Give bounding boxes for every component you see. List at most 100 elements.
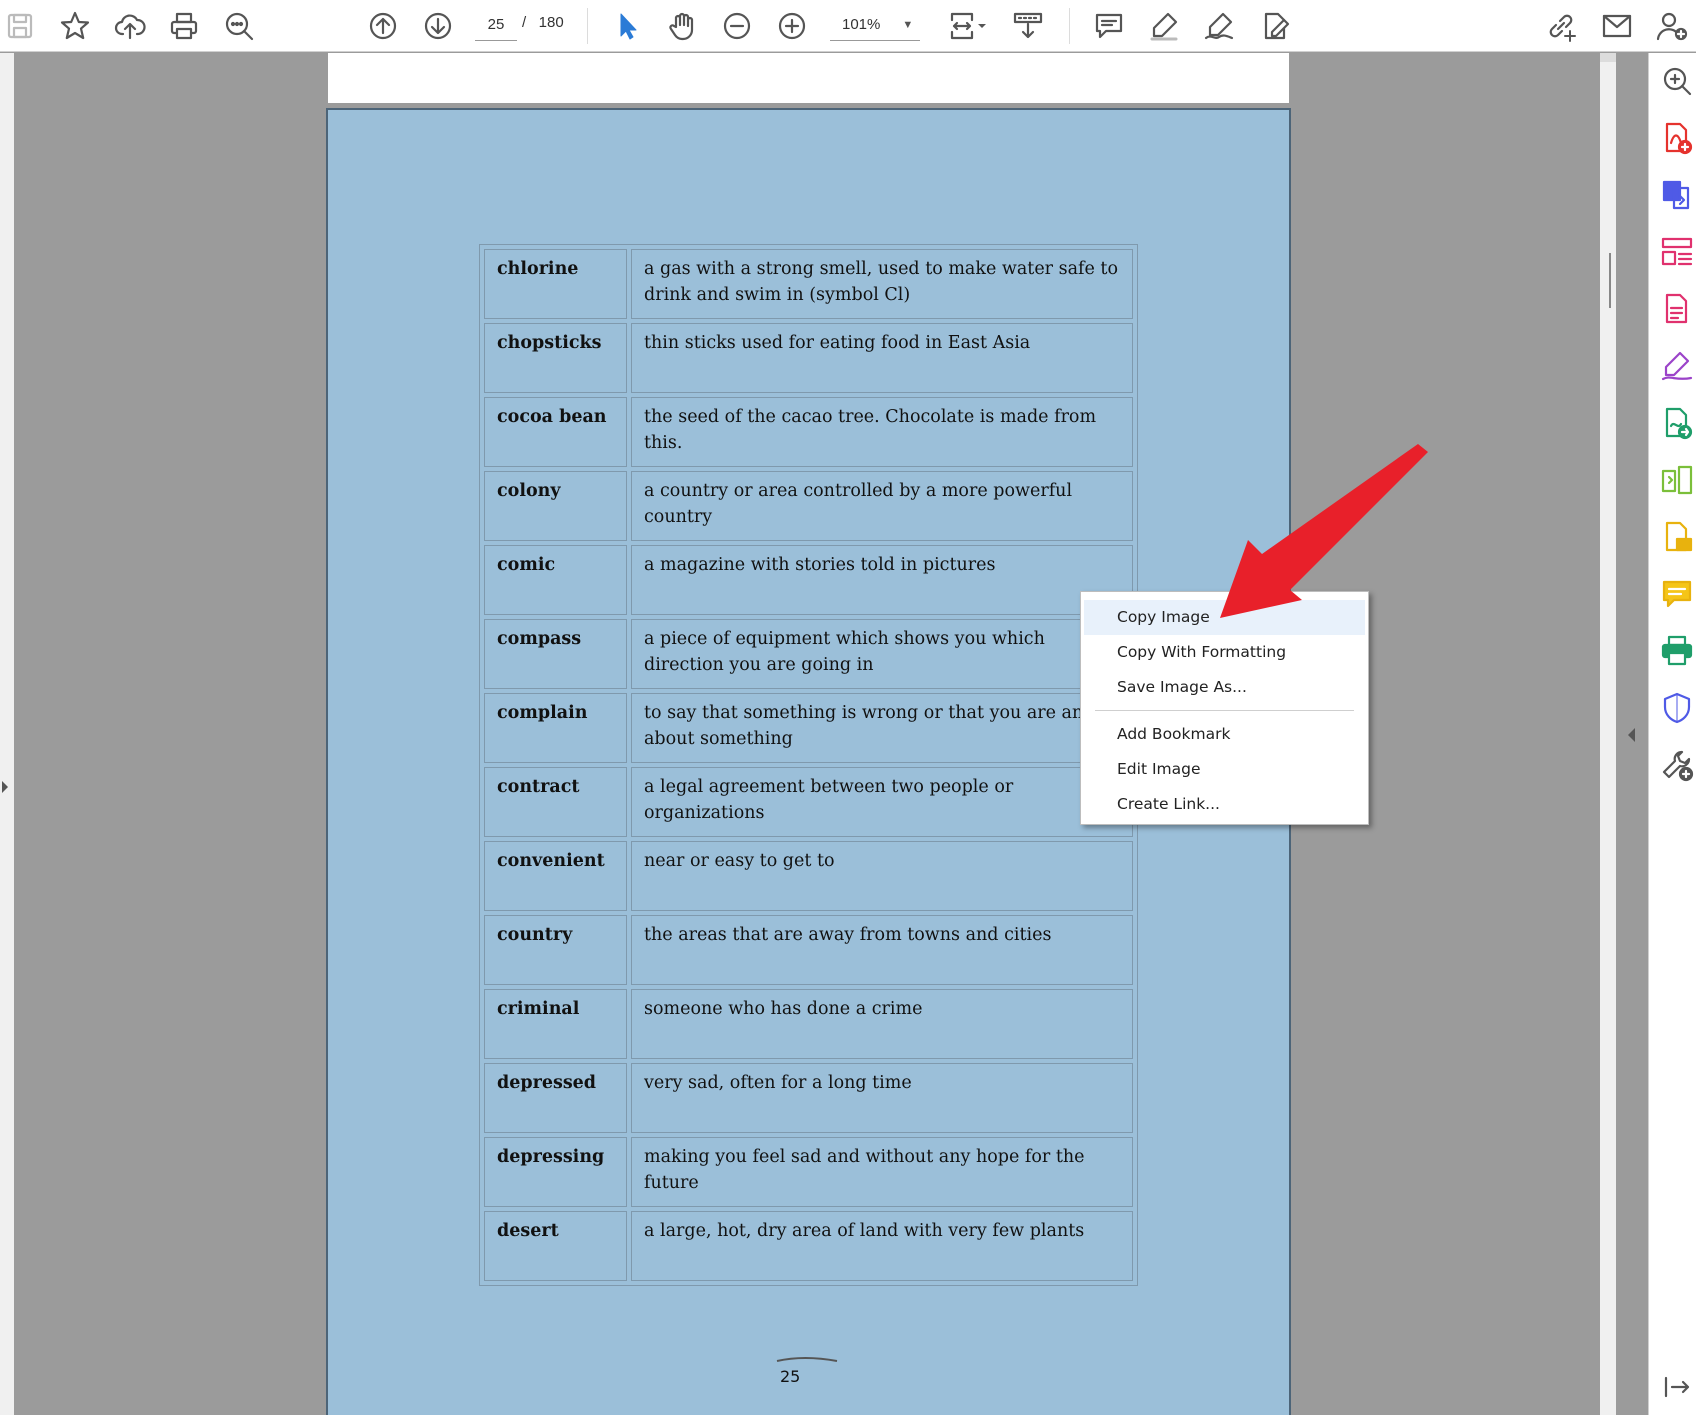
compare-files-icon[interactable]	[1660, 463, 1694, 497]
table-row: depressed very sad, often for a long time	[484, 1063, 1133, 1133]
cloud-upload-icon[interactable]	[110, 6, 150, 46]
glossary-term: colony	[484, 471, 627, 541]
draw-pen-icon[interactable]	[1199, 6, 1239, 46]
glossary-table[interactable]: chlorine a gas with a strong smell, used …	[479, 244, 1138, 1286]
glossary-definition: to say that something is wrong or that y…	[631, 693, 1133, 763]
table-row: depressing making you feel sad and withou…	[484, 1137, 1133, 1207]
menu-item-add-bookmark[interactable]: Add Bookmark	[1084, 717, 1365, 752]
bookmark-star-icon[interactable]	[55, 6, 95, 46]
annotation-arrow	[1220, 444, 1428, 618]
comment-icon[interactable]	[1089, 6, 1129, 46]
scrollbar-thumb[interactable]	[1609, 253, 1611, 308]
create-pdf-icon[interactable]	[1660, 121, 1694, 155]
page-up-icon[interactable]	[363, 6, 403, 46]
zoom-in-icon[interactable]	[772, 6, 812, 46]
page-down-icon[interactable]	[418, 6, 458, 46]
menu-divider	[1095, 710, 1354, 711]
toolbar-divider	[587, 8, 588, 44]
save-icon[interactable]	[0, 6, 40, 46]
edit-pdf-icon[interactable]	[1660, 292, 1694, 326]
table-row: desert a large, hot, dry area of land wit…	[484, 1211, 1133, 1281]
glossary-term: complain	[484, 693, 627, 763]
vertical-scrollbar[interactable]	[1600, 53, 1616, 1415]
menu-item-save-image-as[interactable]: Save Image As...	[1084, 670, 1365, 705]
glossary-definition: the areas that are away from towns and c…	[631, 915, 1133, 985]
page-total: / 180	[522, 14, 564, 31]
page-number-input[interactable]	[475, 9, 517, 41]
glossary-term: convenient	[484, 841, 627, 911]
toolbar-divider	[1069, 8, 1070, 44]
previous-page	[328, 53, 1289, 103]
hand-tool-icon[interactable]	[662, 6, 702, 46]
table-row: chopsticks thin sticks used for eating fo…	[484, 323, 1133, 393]
page-number-flourish	[776, 1357, 838, 1362]
chevron-right-icon	[2, 781, 8, 793]
organize-pages-icon[interactable]	[1660, 235, 1694, 269]
table-row: compass a piece of equipment which shows …	[484, 619, 1133, 689]
zoom-level-dropdown[interactable]: 101% ▼	[830, 9, 920, 41]
highlighter-icon[interactable]	[1144, 6, 1184, 46]
glossary-definition: a magazine with stories told in pictures	[631, 545, 1133, 615]
glossary-definition: someone who has done a crime	[631, 989, 1133, 1059]
glossary-term: criminal	[484, 989, 627, 1059]
glossary-term: chopsticks	[484, 323, 627, 393]
glossary-definition: the seed of the cacao tree. Chocolate is…	[631, 397, 1133, 467]
glossary-definition: a gas with a strong smell, used to make …	[631, 249, 1133, 319]
print-icon[interactable]	[164, 6, 204, 46]
menu-item-edit-image[interactable]: Edit Image	[1084, 752, 1365, 787]
glossary-term: compass	[484, 619, 627, 689]
collapse-pane-icon[interactable]	[1628, 728, 1635, 742]
page-fit-icon[interactable]	[940, 6, 996, 46]
fill-and-sign-icon[interactable]	[1660, 349, 1694, 383]
glossary-definition: making you feel sad and without any hope…	[631, 1137, 1133, 1207]
glossary-definition: a country or area controlled by a more p…	[631, 471, 1133, 541]
table-row: convenient near or easy to get to	[484, 841, 1133, 911]
table-row: chlorine a gas with a strong smell, used …	[484, 249, 1133, 319]
glossary-term: depressing	[484, 1137, 627, 1207]
table-row: colony a country or area controlled by a …	[484, 471, 1133, 541]
glossary-definition: thin sticks used for eating food in East…	[631, 323, 1133, 393]
glossary-term: cocoa bean	[484, 397, 627, 467]
page-number: 25	[780, 1367, 801, 1386]
protect-shield-icon[interactable]	[1660, 691, 1694, 725]
enhance-scan-icon[interactable]	[1660, 64, 1694, 98]
add-user-icon[interactable]	[1652, 6, 1692, 46]
zoom-out-icon[interactable]	[717, 6, 757, 46]
menu-item-copy-with-formatting[interactable]: Copy With Formatting	[1084, 635, 1365, 670]
table-row: cocoa bean the seed of the cacao tree. Ch…	[484, 397, 1133, 467]
glossary-term: depressed	[484, 1063, 627, 1133]
expand-pane-icon[interactable]	[1660, 1370, 1694, 1404]
glossary-term: chlorine	[484, 249, 627, 319]
top-toolbar: / 180 101% ▼	[0, 0, 1696, 52]
glossary-definition: very sad, often for a long time	[631, 1063, 1133, 1133]
table-row: comic a magazine with stories told in pic…	[484, 545, 1133, 615]
glossary-term: country	[484, 915, 627, 985]
share-review-icon[interactable]	[1660, 520, 1694, 554]
glossary-definition: a large, hot, dry area of land with very…	[631, 1211, 1133, 1281]
glossary-term: contract	[484, 767, 627, 837]
table-row: contract a legal agreement between two pe…	[484, 767, 1133, 837]
chevron-down-icon: ▼	[902, 18, 914, 31]
find-zoom-icon[interactable]	[219, 6, 259, 46]
glossary-term: desert	[484, 1211, 627, 1281]
share-link-icon[interactable]	[1541, 6, 1581, 46]
glossary-definition: a legal agreement between two people or …	[631, 767, 1133, 837]
scroll-mode-icon[interactable]	[1008, 6, 1048, 46]
left-panel-toggle[interactable]	[0, 53, 14, 1415]
send-for-signature-icon[interactable]	[1660, 406, 1694, 440]
fill-sign-icon[interactable]	[1254, 6, 1294, 46]
scrollbar-top	[1600, 53, 1616, 62]
print-production-icon[interactable]	[1660, 634, 1694, 668]
menu-item-create-link[interactable]: Create Link...	[1084, 787, 1365, 822]
more-tools-icon[interactable]	[1660, 748, 1694, 782]
comment-tool-icon[interactable]	[1660, 577, 1694, 611]
export-pdf-icon[interactable]	[1660, 178, 1694, 212]
table-row: country the areas that are away from town…	[484, 915, 1133, 985]
glossary-definition: near or easy to get to	[631, 841, 1133, 911]
select-cursor-icon[interactable]	[607, 6, 647, 46]
glossary-definition: a piece of equipment which shows you whi…	[631, 619, 1133, 689]
table-row: complain to say that something is wrong o…	[484, 693, 1133, 763]
email-icon[interactable]	[1597, 6, 1637, 46]
zoom-level-value: 101%	[842, 16, 881, 33]
glossary-term: comic	[484, 545, 627, 615]
